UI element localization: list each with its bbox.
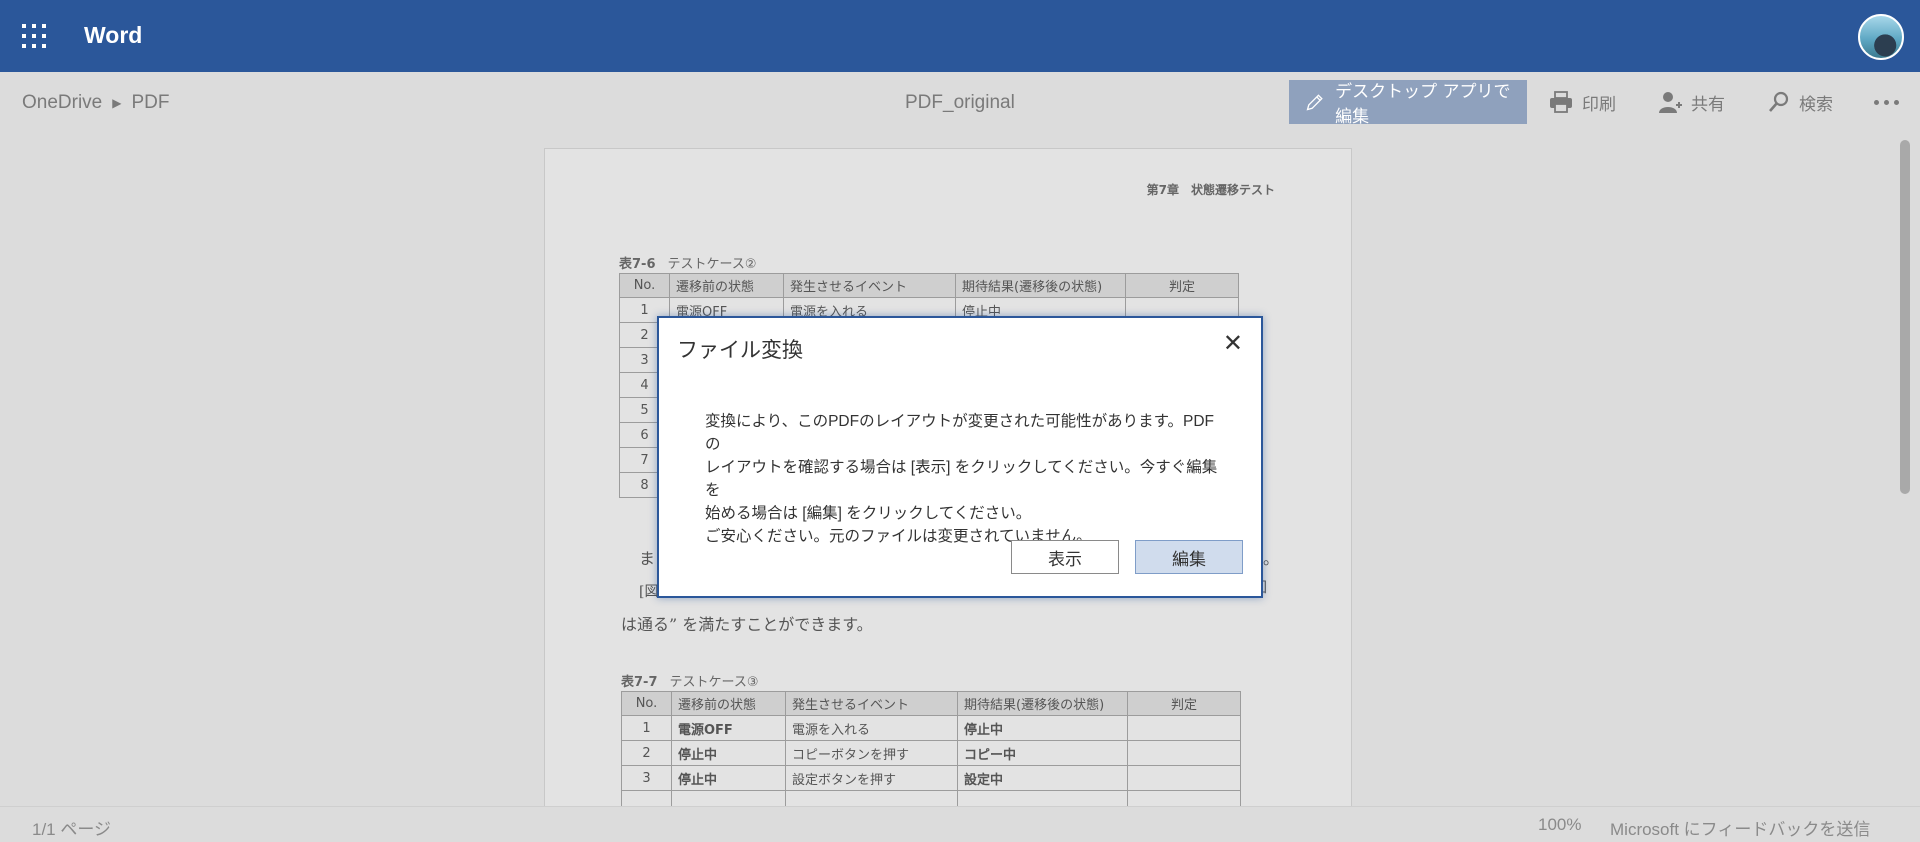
chapter-header: 第7章 状態遷移テスト <box>1146 183 1275 197</box>
dialog-title: ファイル変換 <box>677 339 803 362</box>
body-text: ま <box>639 549 656 568</box>
breadcrumb-folder[interactable]: PDF <box>131 92 169 114</box>
table-row: 3 停止中 設定ボタンを押す 設定中 <box>621 765 1241 791</box>
avatar[interactable] <box>1858 14 1904 60</box>
table-cell: 停止中 <box>671 765 786 791</box>
close-icon[interactable]: ✕ <box>1223 332 1243 356</box>
more-options-icon[interactable] <box>1874 100 1899 105</box>
app-name[interactable]: Word <box>84 22 142 49</box>
table-number: 表7-7 <box>621 675 658 690</box>
table-header: No. <box>619 273 670 298</box>
printer-icon <box>1550 91 1572 113</box>
dialog-message-line: レイアウトを確認する場合は [表示] をクリックしてください。今すぐ編集を <box>705 459 1218 499</box>
breadcrumb-root[interactable]: OneDrive <box>22 92 102 114</box>
table-cell: 電源OFF <box>671 715 786 741</box>
table-cell: 停止中 <box>671 740 786 766</box>
table-cell: 設定中 <box>957 765 1128 791</box>
edit-in-desktop-app-button[interactable]: デスクトップ アプリで編集 <box>1289 80 1527 127</box>
table-cell: 電源を入れる <box>785 715 958 741</box>
table-caption: 表7-6 テストケース② <box>619 253 757 272</box>
app-header: Word <box>0 0 1920 72</box>
breadcrumb: OneDrive ▶ PDF <box>22 92 169 114</box>
table-header: 判定 <box>1125 273 1239 298</box>
table-cell: 設定ボタンを押す <box>785 765 958 791</box>
table-cell: 2 <box>621 740 672 766</box>
edit-in-desktop-app-label: デスクトップ アプリで編集 <box>1335 82 1511 127</box>
table-header: 判定 <box>1127 691 1241 716</box>
command-bar: OneDrive ▶ PDF PDF_original <box>0 72 1920 132</box>
page-count: 1/1 ページ <box>32 820 112 839</box>
table-cell: コピー中 <box>957 740 1128 766</box>
feedback-link[interactable]: Microsoft にフィードバックを送信 <box>1610 815 1870 840</box>
share-label: 共有 <box>1691 94 1725 115</box>
dialog-message-line: 変換により、このPDFのレイアウトが変更された可能性があります。PDFの <box>705 413 1215 453</box>
table-header: 期待結果(遷移後の状態) <box>955 273 1126 298</box>
table-header: 遷移前の状態 <box>671 691 786 716</box>
edit-button[interactable]: 編集 <box>1135 540 1243 574</box>
zoom-level[interactable]: 100% <box>1538 815 1581 835</box>
table-cell <box>1127 765 1241 791</box>
table-header: 期待結果(遷移後の状態) <box>957 691 1128 716</box>
share-button[interactable]: 共有 <box>1657 88 1725 116</box>
table-caption: 表7-7 テストケース③ <box>621 671 759 690</box>
table-number: 表7-6 <box>619 257 656 272</box>
test-case-table-2: No. 遷移前の状態 発生させるイベント 期待結果(遷移後の状態) 判定 1 電源… <box>621 691 1241 807</box>
table-header: 発生させるイベント <box>785 691 958 716</box>
chevron-right-icon: ▶ <box>112 96 122 110</box>
view-button[interactable]: 表示 <box>1011 540 1119 574</box>
status-bar: 1/1 ページ 100% Microsoft にフィードバックを送信 <box>0 806 1920 842</box>
table-row: 2 停止中 コピーボタンを押す コピー中 <box>621 740 1241 766</box>
search-label: 検索 <box>1799 94 1833 115</box>
table-header: No. <box>621 691 672 716</box>
document-title[interactable]: PDF_original <box>905 92 1015 114</box>
table-title: テストケース② <box>667 257 757 272</box>
table-cell <box>1127 715 1241 741</box>
app-launcher-icon[interactable] <box>22 24 46 48</box>
search-button[interactable]: 検索 <box>1767 88 1833 116</box>
dialog-message-line: 始める場合は [編集] をクリックしてください。 <box>705 505 1032 522</box>
table-cell <box>1127 740 1241 766</box>
print-button[interactable]: 印刷 <box>1548 88 1616 116</box>
body-text: は通る” を満たすことができます。 <box>621 615 873 634</box>
table-cell: 3 <box>621 765 672 791</box>
file-conversion-dialog: ファイル変換 ✕ 変換により、このPDFのレイアウトが変更された可能性があります… <box>657 316 1263 598</box>
body-text: [図 <box>639 584 659 600</box>
table-cell: 停止中 <box>957 715 1128 741</box>
add-person-icon <box>1659 92 1682 113</box>
pencil-icon <box>1306 94 1323 111</box>
vertical-scrollbar[interactable] <box>1900 140 1910 494</box>
print-label: 印刷 <box>1582 94 1616 115</box>
search-icon <box>1769 91 1789 112</box>
table-header: 発生させるイベント <box>783 273 956 298</box>
table-title: テストケース③ <box>669 675 759 690</box>
table-header: 遷移前の状態 <box>669 273 784 298</box>
table-cell: 1 <box>621 715 672 741</box>
table-row: 1 電源OFF 電源を入れる 停止中 <box>621 715 1241 741</box>
body-text: 。 <box>1263 549 1280 568</box>
dialog-message: 変換により、このPDFのレイアウトが変更された可能性があります。PDFの レイア… <box>705 410 1225 548</box>
table-cell: コピーボタンを押す <box>785 740 958 766</box>
